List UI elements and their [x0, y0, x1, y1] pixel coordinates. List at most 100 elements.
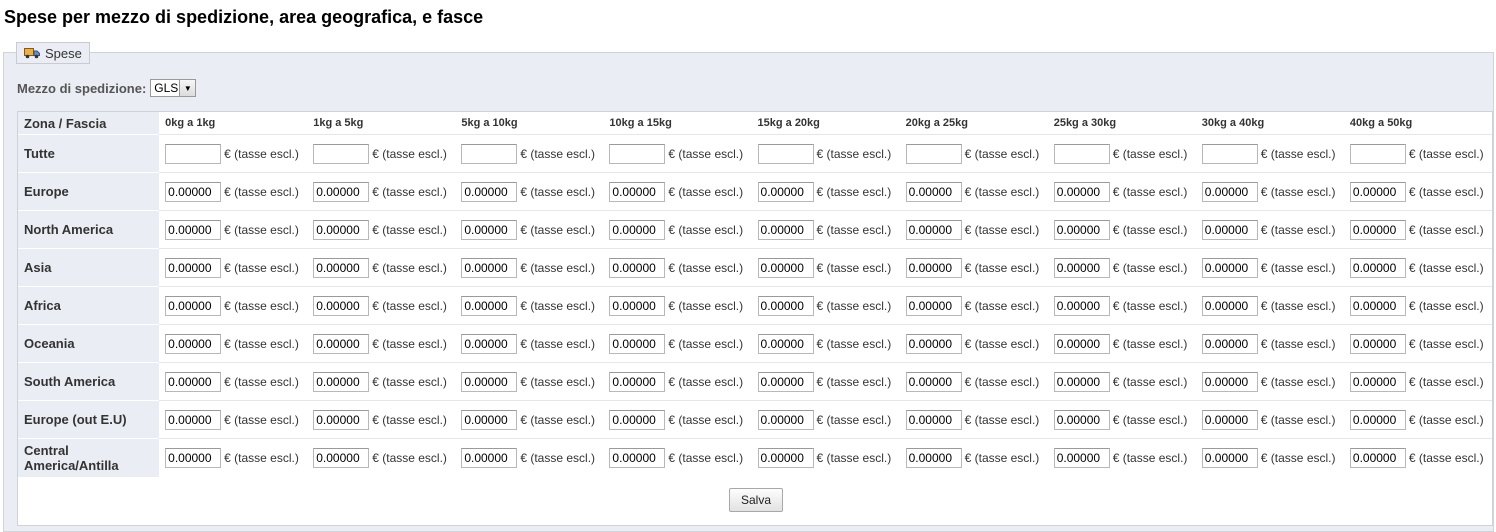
fee-input[interactable] — [1349, 409, 1406, 430]
fee-input[interactable] — [905, 143, 962, 164]
fee-input[interactable] — [165, 295, 222, 316]
fee-input[interactable] — [461, 447, 518, 468]
fee-cell: € (tasse escl.) — [1047, 400, 1196, 439]
fee-input[interactable] — [461, 257, 518, 278]
currency-unit-label: € (tasse escl.) — [1112, 450, 1188, 465]
fee-input[interactable] — [905, 409, 962, 430]
fee-input[interactable] — [461, 371, 518, 392]
fee-input[interactable] — [165, 371, 222, 392]
fee-input[interactable] — [461, 143, 518, 164]
fee-input[interactable] — [757, 181, 814, 202]
currency-unit-label: € (tasse escl.) — [224, 222, 299, 237]
fee-input[interactable] — [1053, 257, 1110, 278]
fee-input[interactable] — [757, 219, 814, 240]
carrier-select[interactable]: GLS ▼ — [150, 79, 197, 97]
fee-input[interactable] — [313, 333, 370, 354]
fee-input[interactable] — [461, 295, 518, 316]
fee-input[interactable] — [1053, 143, 1110, 164]
fee-input[interactable] — [1201, 143, 1258, 164]
fee-input[interactable] — [757, 257, 814, 278]
fee-input[interactable] — [1201, 295, 1258, 316]
fee-input[interactable] — [165, 409, 222, 430]
fee-cell: € (tasse escl.) — [899, 362, 1048, 401]
currency-unit-label: € (tasse escl.) — [372, 336, 447, 351]
fee-cell: € (tasse escl.) — [1047, 286, 1196, 325]
fee-input[interactable] — [461, 409, 518, 430]
fee-input[interactable] — [313, 295, 370, 316]
table-row: North America € (tasse escl.) € (tasse esc… — [18, 210, 1492, 249]
fee-input[interactable] — [1201, 257, 1258, 278]
fee-input[interactable] — [313, 409, 370, 430]
fee-input[interactable] — [461, 219, 518, 240]
fee-input[interactable] — [165, 257, 222, 278]
fee-input[interactable] — [1053, 219, 1110, 240]
fee-input[interactable] — [1349, 295, 1406, 316]
fee-input[interactable] — [1349, 447, 1406, 468]
fee-input[interactable] — [1349, 371, 1406, 392]
fee-input[interactable] — [1053, 371, 1110, 392]
fee-input[interactable] — [905, 371, 962, 392]
fee-input[interactable] — [609, 257, 666, 278]
weight-range-header: 0kg a 1kg — [159, 112, 308, 135]
fee-input[interactable] — [1201, 409, 1258, 430]
fee-input[interactable] — [905, 333, 962, 354]
fee-input[interactable] — [461, 333, 518, 354]
fee-input[interactable] — [1201, 447, 1258, 468]
fee-input[interactable] — [1053, 447, 1110, 468]
fee-input[interactable] — [1053, 181, 1110, 202]
currency-unit-label: € (tasse escl.) — [1112, 146, 1188, 161]
chevron-down-icon[interactable]: ▼ — [179, 80, 196, 96]
fee-input[interactable] — [757, 409, 814, 430]
fee-input[interactable] — [313, 143, 370, 164]
table-row: South America € (tasse escl.) € (tasse esc… — [18, 362, 1492, 401]
fee-input[interactable] — [757, 447, 814, 468]
fee-input[interactable] — [461, 181, 518, 202]
fee-input[interactable] — [609, 333, 666, 354]
currency-unit-label: € (tasse escl.) — [372, 146, 447, 161]
fee-input[interactable] — [1053, 409, 1110, 430]
fee-input[interactable] — [609, 295, 666, 316]
fee-cell: € (tasse escl.) — [1343, 248, 1492, 287]
fee-input[interactable] — [905, 257, 962, 278]
fee-input[interactable] — [1349, 143, 1406, 164]
fee-input[interactable] — [1201, 219, 1258, 240]
fee-input[interactable] — [905, 447, 962, 468]
fee-input[interactable] — [1201, 371, 1258, 392]
fee-cell: € (tasse escl.) — [603, 248, 752, 287]
fee-input[interactable] — [313, 447, 370, 468]
fee-input[interactable] — [313, 219, 370, 240]
fee-input[interactable] — [1349, 219, 1406, 240]
fee-input[interactable] — [313, 181, 370, 202]
fee-input[interactable] — [905, 295, 962, 316]
fee-input[interactable] — [905, 181, 962, 202]
fee-input[interactable] — [165, 447, 222, 468]
fee-input[interactable] — [757, 371, 814, 392]
fee-input[interactable] — [165, 333, 222, 354]
fee-input[interactable] — [609, 409, 666, 430]
fee-input[interactable] — [1349, 333, 1406, 354]
fee-input[interactable] — [1201, 333, 1258, 354]
fee-input[interactable] — [609, 143, 666, 164]
save-button[interactable]: Salva — [729, 488, 783, 512]
fee-cell: € (tasse escl.) — [1343, 438, 1492, 477]
fee-input[interactable] — [165, 143, 222, 164]
fee-input[interactable] — [757, 333, 814, 354]
fee-input[interactable] — [1201, 181, 1258, 202]
fee-input[interactable] — [609, 371, 666, 392]
fee-input[interactable] — [905, 219, 962, 240]
fee-input[interactable] — [609, 181, 666, 202]
fee-input[interactable] — [1349, 257, 1406, 278]
fee-input[interactable] — [1053, 333, 1110, 354]
fee-input[interactable] — [757, 295, 814, 316]
fee-input[interactable] — [609, 447, 666, 468]
fee-input[interactable] — [165, 219, 222, 240]
currency-unit-label: € (tasse escl.) — [668, 374, 744, 389]
fee-input[interactable] — [1349, 181, 1406, 202]
fee-input[interactable] — [757, 143, 814, 164]
fee-input[interactable] — [609, 219, 666, 240]
fee-input[interactable] — [1053, 295, 1110, 316]
fee-input[interactable] — [165, 181, 222, 202]
fee-cell: € (tasse escl.) — [159, 438, 308, 477]
fee-input[interactable] — [313, 257, 370, 278]
fee-input[interactable] — [313, 371, 370, 392]
